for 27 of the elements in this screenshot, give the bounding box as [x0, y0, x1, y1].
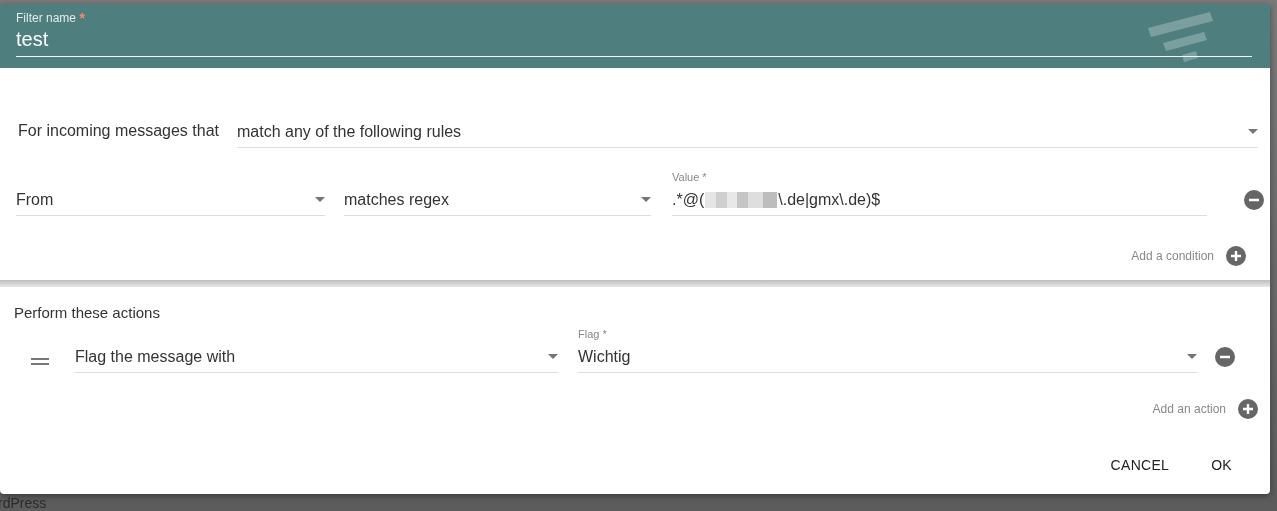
caret-icon	[641, 197, 651, 202]
section-heading: Perform these actions	[14, 303, 161, 323]
add-action-label: Add an action	[1152, 402, 1226, 416]
filter-name-field[interactable]: test	[16, 26, 1252, 57]
operator-dropdown[interactable]: matches regex	[344, 184, 651, 216]
caret-icon	[1187, 354, 1197, 359]
cancel-button[interactable]: CANCEL	[1094, 449, 1186, 481]
flag-dropdown[interactable]: Wichtig	[578, 341, 1197, 373]
remove-icon[interactable]	[1244, 190, 1264, 210]
match-mode-dropdown[interactable]: match any of the following rules	[237, 116, 1258, 148]
field-dropdown[interactable]: From	[16, 184, 325, 216]
action-dropdown[interactable]: Flag the message with	[75, 341, 558, 373]
add-icon[interactable]	[1226, 246, 1246, 266]
filter-icon	[1148, 12, 1214, 62]
add-icon[interactable]	[1238, 399, 1258, 419]
drag-handle-icon[interactable]	[31, 358, 49, 365]
field-label: Flag *	[578, 327, 608, 341]
remove-icon[interactable]	[1215, 347, 1235, 367]
field-label: Filter name *	[16, 11, 85, 25]
intro-label: For incoming messages that	[17, 121, 219, 141]
caret-icon	[548, 354, 558, 359]
ok-button[interactable]: OK	[1195, 449, 1248, 481]
caret-icon	[315, 197, 325, 202]
add-condition-label: Add a condition	[1131, 249, 1214, 263]
caret-icon	[1248, 129, 1258, 134]
field-label: Value *	[672, 170, 708, 184]
value-field[interactable]: .*@( \.de|gmx\.de)$	[672, 184, 1207, 216]
